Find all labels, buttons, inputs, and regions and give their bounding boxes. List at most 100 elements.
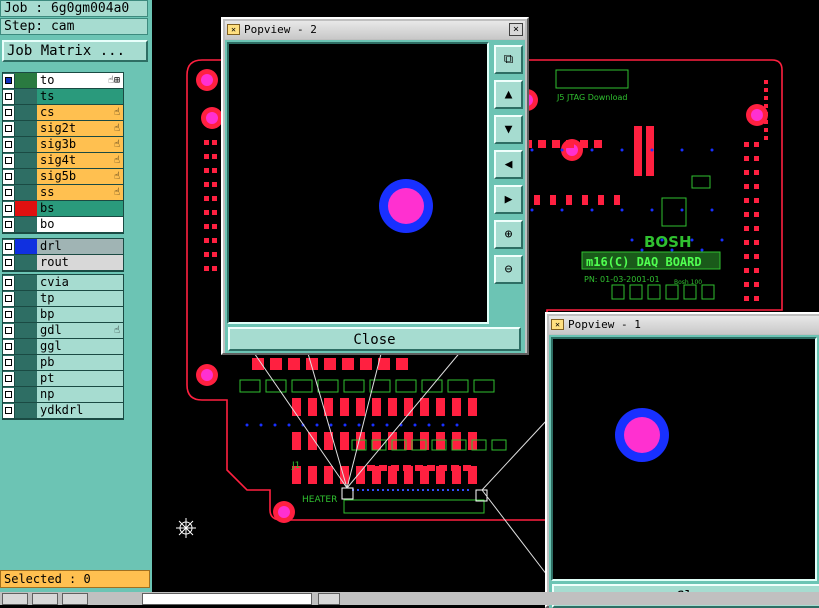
zoom-in-button[interactable]: ⊕ <box>494 220 523 249</box>
layer-checkbox[interactable] <box>3 387 15 402</box>
layer-name[interactable]: cs ☝ <box>37 105 123 120</box>
layer-name[interactable]: cvia <box>37 275 123 290</box>
layer-color-swatch[interactable] <box>15 323 37 338</box>
layer-checkbox[interactable] <box>3 291 15 306</box>
popview-1-viewport[interactable] <box>551 337 817 581</box>
zoom-out-button[interactable]: ⊖ <box>494 255 523 284</box>
toolbar-button-3[interactable] <box>62 593 88 605</box>
layer-color-swatch[interactable] <box>15 291 37 306</box>
layer-name[interactable]: sig4t ☝ <box>37 153 123 168</box>
layer-color-swatch[interactable] <box>15 89 37 104</box>
layer-color-swatch[interactable] <box>15 239 37 254</box>
crosshair-icon[interactable] <box>176 518 196 538</box>
arrow-left-button[interactable]: ◀ <box>494 150 523 179</box>
layer-checkbox[interactable] <box>3 371 15 386</box>
popview-2-window[interactable]: ✕ Popview - 2 × ⧉ ▲ ▼ ◀ ▶ ⊕ ⊖ Close <box>221 17 529 355</box>
layer-row-drl[interactable]: drl <box>3 239 123 255</box>
popview-1-window[interactable]: ✕ Popview - 1 Close <box>545 312 819 608</box>
layer-name[interactable]: ydkdrl <box>37 403 123 418</box>
layer-row-sig4t[interactable]: sig4t ☝ <box>3 153 123 169</box>
selected-pad-2[interactable] <box>341 487 354 500</box>
layer-name[interactable]: to ☝⊞ <box>37 73 123 88</box>
layer-checkbox[interactable] <box>3 105 15 120</box>
toolbar-button-2[interactable] <box>32 593 58 605</box>
layer-name[interactable]: drl <box>37 239 123 254</box>
layer-row-pt[interactable]: pt <box>3 371 123 387</box>
popview-2-titlebar[interactable]: ✕ Popview - 2 × <box>225 21 525 39</box>
layer-row-ts[interactable]: ts <box>3 89 123 105</box>
layer-checkbox[interactable] <box>3 153 15 168</box>
selected-pad-1[interactable] <box>475 489 488 502</box>
layer-name[interactable]: sig5b ☝ <box>37 169 123 184</box>
layer-row-tp[interactable]: tp <box>3 291 123 307</box>
layer-row-bo[interactable]: bo <box>3 217 123 233</box>
layer-checkbox[interactable] <box>3 255 15 270</box>
layer-checkbox[interactable] <box>3 275 15 290</box>
layer-row-ggl[interactable]: ggl <box>3 339 123 355</box>
layer-row-bp[interactable]: bp <box>3 307 123 323</box>
layer-color-swatch[interactable] <box>15 275 37 290</box>
layer-checkbox[interactable] <box>3 239 15 254</box>
layer-color-swatch[interactable] <box>15 137 37 152</box>
popview-2-viewport[interactable] <box>227 42 489 324</box>
layer-row-sig2t[interactable]: sig2t ☝ <box>3 121 123 137</box>
layer-color-swatch[interactable] <box>15 387 37 402</box>
layer-name[interactable]: sig3b ☝ <box>37 137 123 152</box>
layer-name[interactable]: bp <box>37 307 123 322</box>
layer-row-pb[interactable]: pb <box>3 355 123 371</box>
layer-name[interactable]: pb <box>37 355 123 370</box>
layer-color-swatch[interactable] <box>15 105 37 120</box>
layer-name[interactable]: np <box>37 387 123 402</box>
popview-1-titlebar[interactable]: ✕ Popview - 1 <box>549 316 819 334</box>
toolbar-button-4[interactable] <box>318 593 340 605</box>
arrow-right-button[interactable]: ▶ <box>494 185 523 214</box>
command-input[interactable] <box>142 593 312 605</box>
layer-name[interactable]: ggl <box>37 339 123 354</box>
layer-checkbox[interactable] <box>3 323 15 338</box>
layer-row-ydkdrl[interactable]: ydkdrl <box>3 403 123 419</box>
layer-color-swatch[interactable] <box>15 185 37 200</box>
layer-name[interactable]: sig2t ☝ <box>37 121 123 136</box>
layer-checkbox[interactable] <box>3 339 15 354</box>
layer-row-rout[interactable]: rout <box>3 255 123 271</box>
popview-2-close-x-button[interactable]: × <box>509 23 523 36</box>
layer-checkbox[interactable] <box>3 403 15 418</box>
layer-color-swatch[interactable] <box>15 355 37 370</box>
layer-name[interactable]: ss ☝ <box>37 185 123 200</box>
layer-checkbox[interactable] <box>3 137 15 152</box>
layer-name[interactable]: bo <box>37 217 123 232</box>
layer-name[interactable]: gdl ☝ <box>37 323 123 338</box>
layer-name[interactable]: ts <box>37 89 123 104</box>
layer-color-swatch[interactable] <box>15 201 37 216</box>
layer-color-swatch[interactable] <box>15 403 37 418</box>
job-matrix-button[interactable]: Job Matrix ... <box>2 40 148 62</box>
layer-color-swatch[interactable] <box>15 371 37 386</box>
layer-name[interactable]: pt <box>37 371 123 386</box>
toolbar-button-1[interactable] <box>2 593 28 605</box>
layer-color-swatch[interactable] <box>15 121 37 136</box>
layer-color-swatch[interactable] <box>15 255 37 270</box>
layer-color-swatch[interactable] <box>15 153 37 168</box>
layer-color-swatch[interactable] <box>15 169 37 184</box>
layer-color-swatch[interactable] <box>15 217 37 232</box>
popview-2-close-button[interactable]: Close <box>228 327 521 351</box>
layer-checkbox[interactable] <box>3 121 15 136</box>
arrow-down-button[interactable]: ▼ <box>494 115 523 144</box>
layer-name[interactable]: tp <box>37 291 123 306</box>
layer-checkbox[interactable] <box>3 201 15 216</box>
layer-row-ss[interactable]: ss ☝ <box>3 185 123 201</box>
layer-checkbox[interactable] <box>3 355 15 370</box>
layer-row-cs[interactable]: cs ☝ <box>3 105 123 121</box>
layer-name[interactable]: rout <box>37 255 123 270</box>
arrow-up-button[interactable]: ▲ <box>494 80 523 109</box>
layer-name[interactable]: bs <box>37 201 123 216</box>
layer-row-cvia[interactable]: cvia <box>3 275 123 291</box>
layer-color-swatch[interactable] <box>15 339 37 354</box>
layer-color-swatch[interactable] <box>15 73 37 88</box>
layer-checkbox[interactable] <box>3 169 15 184</box>
layer-row-gdl[interactable]: gdl ☝ <box>3 323 123 339</box>
layer-row-sig3b[interactable]: sig3b ☝ <box>3 137 123 153</box>
layer-checkbox[interactable] <box>3 73 15 88</box>
layer-checkbox[interactable] <box>3 89 15 104</box>
layer-color-swatch[interactable] <box>15 307 37 322</box>
